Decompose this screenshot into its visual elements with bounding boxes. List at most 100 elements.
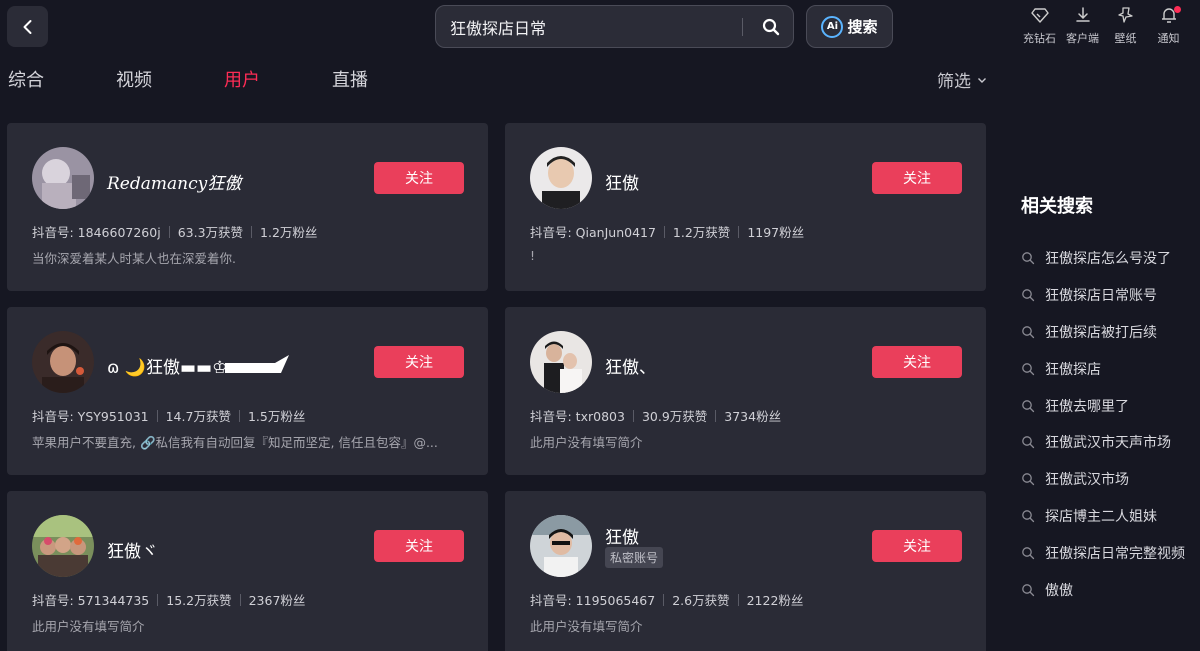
user-bio: 此用户没有填写简介 (530, 619, 643, 634)
user-name[interactable]: Redamancy狂傲 (107, 169, 241, 194)
fans-count: 1197粉丝 (747, 225, 805, 240)
result-tabs: 综合 视频 用户 直播 (8, 66, 440, 92)
tab-comprehensive[interactable]: 综合 (8, 66, 44, 92)
related-search-label: 狂傲探店被打后续 (1045, 324, 1157, 341)
ai-search-button[interactable]: Ai 搜索 (806, 5, 893, 48)
stat-divider (738, 225, 740, 238)
filter-label: 筛选 (937, 72, 971, 92)
notification-badge (1174, 6, 1181, 13)
diamond-icon (1030, 8, 1049, 23)
fans-count: 2122粉丝 (746, 593, 804, 608)
tab-users[interactable]: 用户 (224, 66, 260, 92)
related-search-label: 狂傲探店日常完整视频 (1045, 545, 1185, 562)
wallpaper-button[interactable]: 壁纸 (1104, 6, 1147, 46)
related-search-label: 狂傲探店怎么号没了 (1045, 251, 1171, 268)
related-search-item[interactable]: 狂傲探店 (1021, 350, 1185, 387)
douyin-id: 抖音号: 571344735 (32, 593, 150, 608)
related-search-label: 狂傲武汉市天声市场 (1045, 435, 1171, 452)
stat-divider (168, 225, 170, 238)
related-search-item[interactable]: 狂傲探店怎么号没了 (1021, 240, 1185, 277)
user-card[interactable]: 狂傲 私密账号 关注 抖音号: 1195065467 2.6万获赞 2122粉丝… (505, 491, 986, 651)
search-bar[interactable] (435, 5, 794, 48)
follow-button[interactable]: 关注 (374, 530, 464, 562)
avatar[interactable] (32, 147, 94, 209)
user-card[interactable]: 狂傲、 关注 抖音号: txr0803 30.9万获赞 3734粉丝 此用户没有… (505, 307, 986, 475)
notification-button[interactable]: 通知 (1147, 6, 1190, 46)
avatar[interactable] (530, 515, 592, 577)
user-bio: 当你深爱着某人时某人也在深爱着你. (32, 251, 236, 266)
message-button[interactable]: 私 (1190, 6, 1200, 46)
related-search-item[interactable]: 狂傲武汉市天声市场 (1021, 424, 1185, 461)
download-icon (1075, 7, 1090, 22)
search-button[interactable] (753, 6, 789, 47)
follow-button[interactable]: 关注 (872, 346, 962, 378)
user-card[interactable]: 狂傲 关注 抖音号: QianJun0417 1.2万获赞 1197粉丝 ! (505, 123, 986, 291)
avatar[interactable] (530, 331, 592, 393)
user-stats: 抖音号: txr0803 30.9万获赞 3734粉丝 (530, 406, 781, 425)
avatar[interactable] (32, 515, 94, 577)
user-name[interactable]: 狂傲、 (605, 353, 656, 378)
related-search-item[interactable]: 狂傲探店日常账号 (1021, 277, 1185, 314)
user-name[interactable]: 狂傲 (605, 169, 639, 194)
back-button[interactable] (7, 6, 48, 47)
related-search-item[interactable]: 探店博主二人姐妹 (1021, 498, 1185, 535)
related-search-item[interactable]: 傲傲 (1021, 571, 1185, 608)
recharge-diamond-label: 充钻石 (1023, 32, 1056, 45)
recharge-diamond-button[interactable]: 充钻石 (1018, 6, 1061, 46)
fans-count: 1.2万粉丝 (260, 225, 318, 240)
user-card[interactable]: Redamancy狂傲 关注 抖音号: 1846607260j 63.3万获赞 … (7, 123, 488, 291)
user-name[interactable]: ɷ 🌙狂傲▬▬♔ (107, 353, 227, 378)
user-card[interactable]: 狂傲ヾ 关注 抖音号: 571344735 15.2万获赞 2367粉丝 此用户… (7, 491, 488, 651)
follow-button[interactable]: 关注 (374, 346, 464, 378)
related-search-item[interactable]: 狂傲探店被打后续 (1021, 314, 1185, 351)
top-actions: 充钻石 客户端 壁纸 通知 私 (1018, 6, 1200, 46)
client-download-button[interactable]: 客户端 (1061, 6, 1104, 46)
tab-videos[interactable]: 视频 (116, 66, 152, 92)
filter-dropdown[interactable]: 筛选 (937, 67, 987, 92)
user-name[interactable]: 狂傲ヾ (107, 537, 158, 562)
user-name[interactable]: 狂傲 (605, 523, 639, 548)
user-card[interactable]: ɷ 🌙狂傲▬▬♔ 关注 抖音号: YSY951031 14.7万获赞 1.5万粉… (7, 307, 488, 475)
search-icon (1022, 326, 1035, 339)
search-icon (1022, 546, 1035, 559)
douyin-id: 抖音号: 1846607260j (32, 225, 161, 240)
ai-search-label: 搜索 (847, 18, 878, 36)
search-icon (762, 18, 780, 35)
chevron-left-icon (23, 19, 31, 34)
user-stats: 抖音号: QianJun0417 1.2万获赞 1197粉丝 (530, 222, 804, 241)
related-searches-title: 相关搜索 (1021, 196, 1093, 217)
related-search-label: 傲傲 (1045, 582, 1073, 599)
related-search-label: 狂傲武汉市场 (1045, 472, 1129, 489)
tab-live[interactable]: 直播 (332, 66, 368, 92)
related-search-item[interactable]: 狂傲武汉市场 (1021, 461, 1185, 498)
related-searches-list: 狂傲探店怎么号没了 狂傲探店日常账号 狂傲探店被打后续 狂傲探店 狂傲去哪里了 … (1021, 240, 1185, 608)
search-input[interactable] (436, 17, 742, 36)
likes-count: 14.7万获赞 (165, 409, 231, 424)
follow-button[interactable]: 关注 (374, 162, 464, 194)
private-account-tag: 私密账号 (605, 547, 664, 568)
avatar[interactable] (32, 331, 94, 393)
related-search-item[interactable]: 狂傲去哪里了 (1021, 387, 1185, 424)
stat-divider (238, 409, 240, 422)
search-icon (1022, 583, 1035, 596)
avatar[interactable] (530, 147, 592, 209)
likes-count: 63.3万获赞 (177, 225, 244, 240)
fans-count: 3734粉丝 (724, 409, 782, 424)
stat-divider (239, 593, 241, 606)
search-icon (1022, 362, 1035, 375)
stat-divider (737, 593, 739, 606)
douyin-id: 抖音号: QianJun0417 (530, 225, 656, 240)
related-search-item[interactable]: 狂傲探店日常完整视频 (1021, 534, 1185, 571)
stat-divider (251, 225, 253, 238)
douyin-id: 抖音号: YSY951031 (32, 409, 149, 424)
follow-button[interactable]: 关注 (872, 162, 962, 194)
user-stats: 抖音号: YSY951031 14.7万获赞 1.5万粉丝 (32, 406, 305, 425)
user-bio: ! (530, 248, 536, 263)
search-icon (1022, 473, 1035, 486)
user-stats: 抖音号: 1846607260j 63.3万获赞 1.2万粉丝 (32, 222, 317, 241)
douyin-id: 抖音号: txr0803 (530, 409, 625, 424)
fans-count: 1.5万粉丝 (247, 409, 306, 424)
wallpaper-icon (1117, 7, 1133, 23)
likes-count: 15.2万获赞 (166, 593, 232, 608)
follow-button[interactable]: 关注 (872, 530, 962, 562)
